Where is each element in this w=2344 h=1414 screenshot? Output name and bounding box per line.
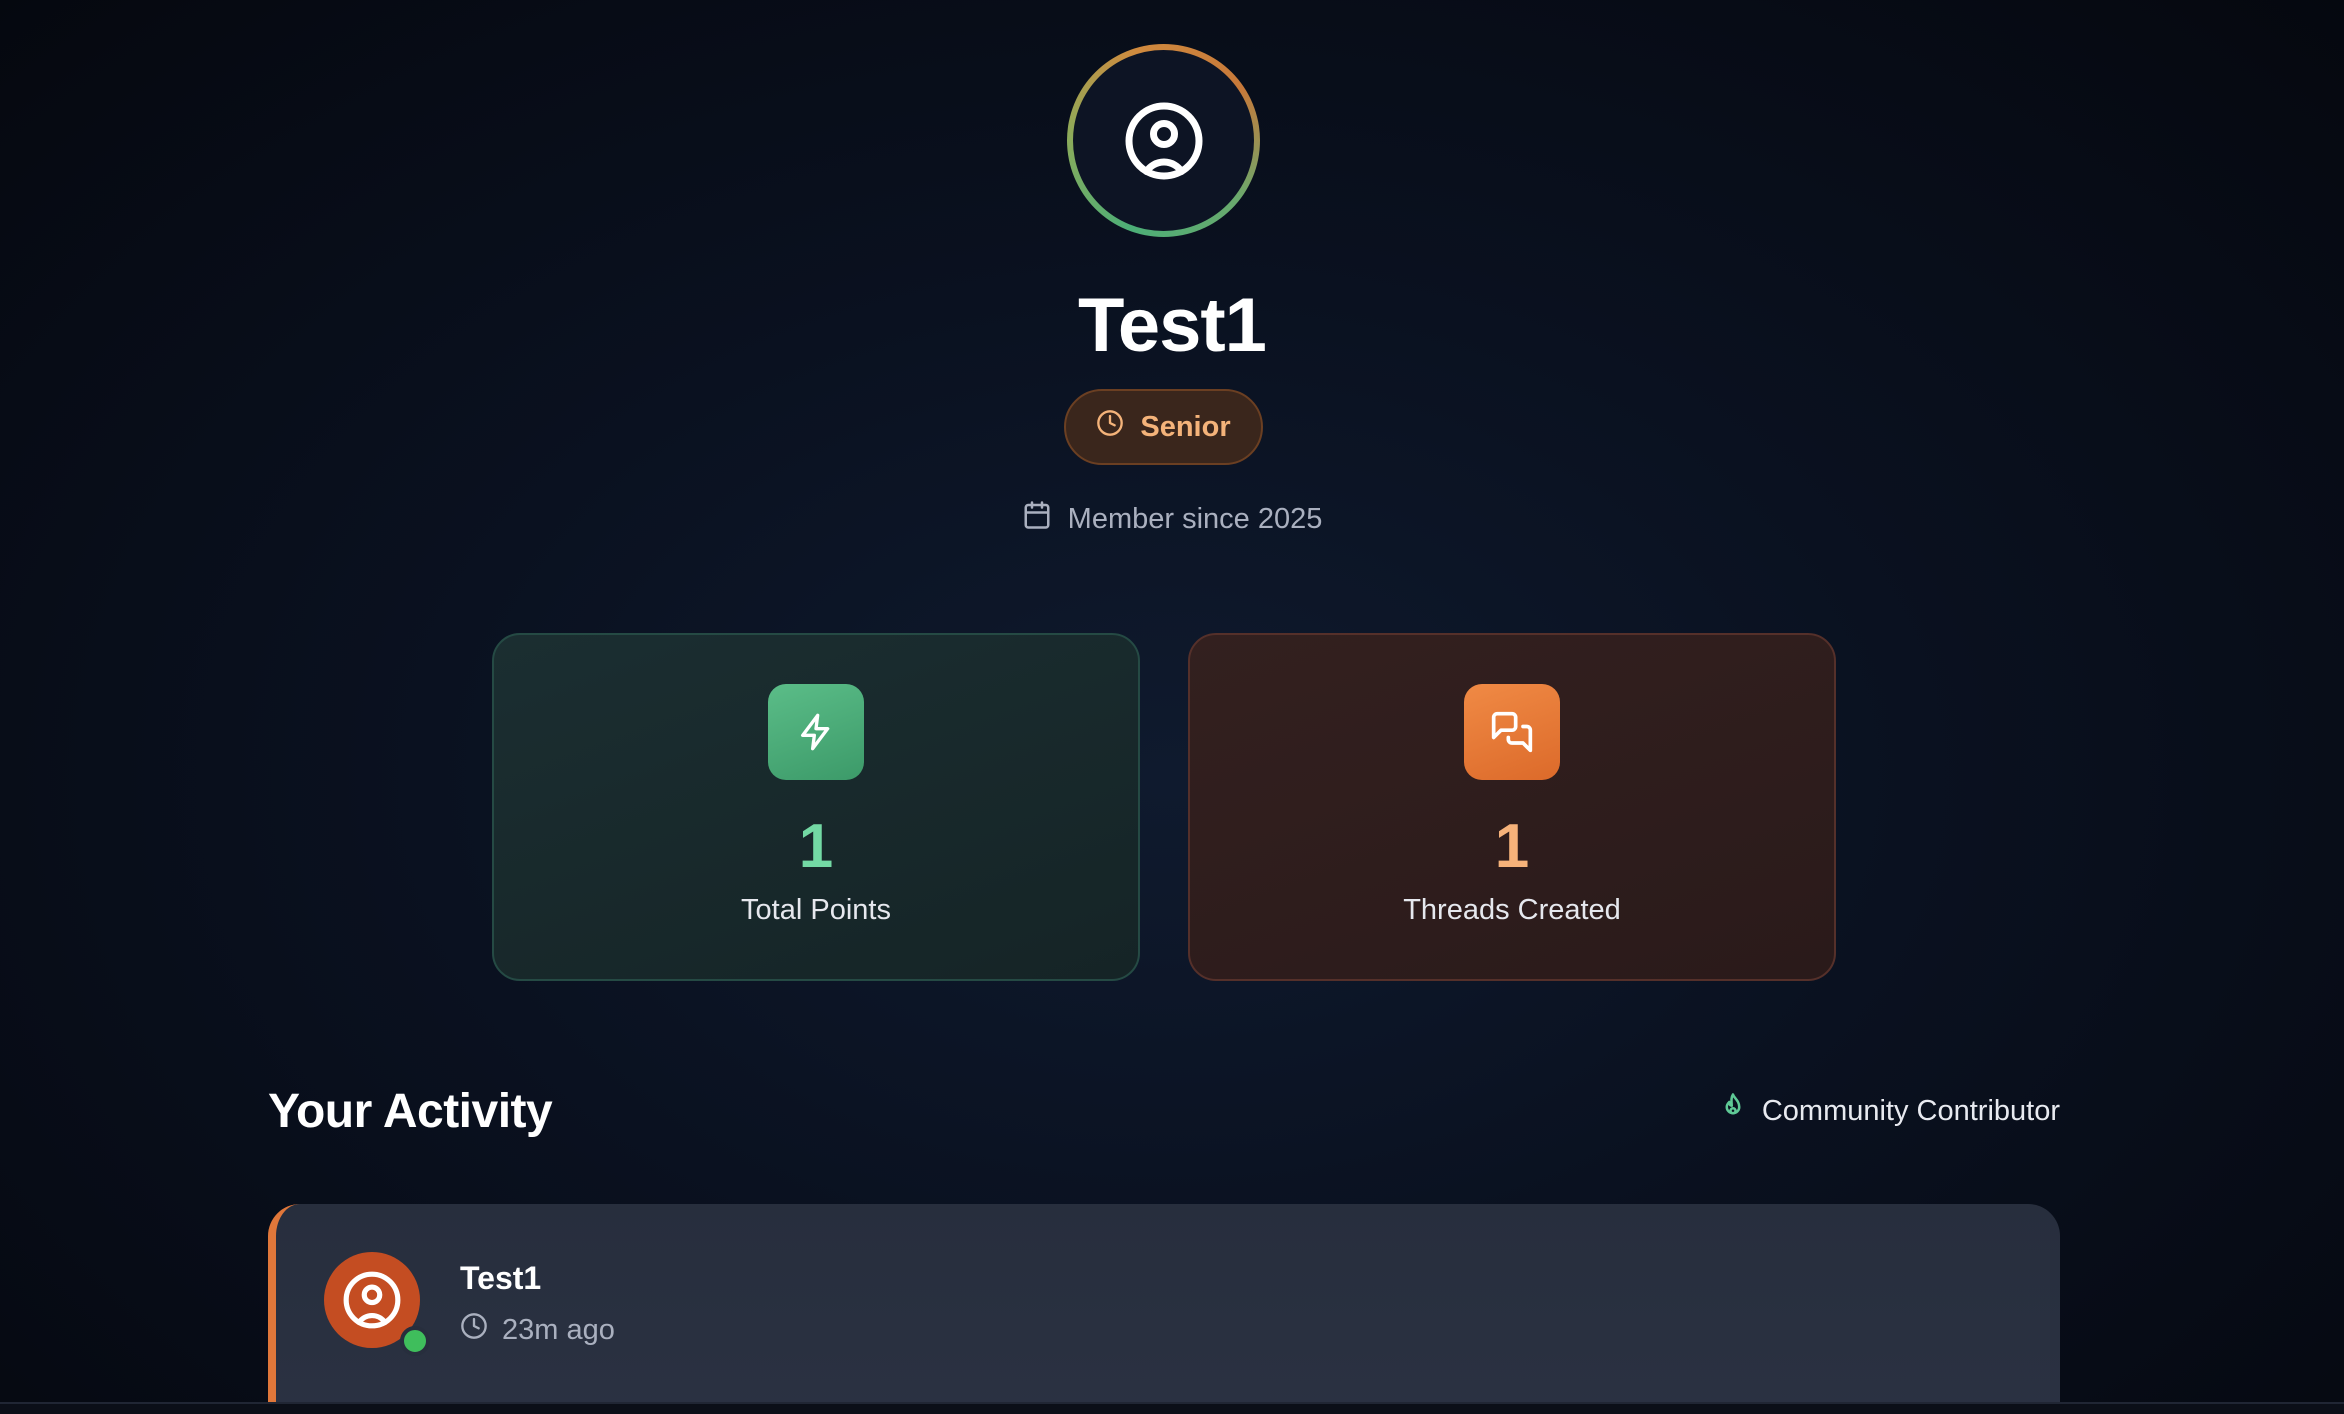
rank-badge: Senior xyxy=(1064,389,1263,465)
threads-created-label: Threads Created xyxy=(1403,894,1621,926)
activity-post-card[interactable]: Test1 23m ago xyxy=(268,1204,2060,1414)
post-time-text: 23m ago xyxy=(502,1313,615,1346)
window-bottom-edge xyxy=(0,1402,2344,1414)
total-points-card: 1 Total Points xyxy=(492,633,1140,981)
contributor-badge-label: Community Contributor xyxy=(1761,1094,2060,1127)
rank-label: Senior xyxy=(1140,410,1231,443)
contributor-badge: Community Contributor xyxy=(1718,1092,2060,1130)
profile-name: Test1 xyxy=(1078,283,1267,368)
flame-icon xyxy=(1718,1092,1748,1130)
clock-icon xyxy=(460,1312,488,1348)
total-points-label: Total Points xyxy=(741,894,891,926)
post-author-name[interactable]: Test1 xyxy=(460,1260,541,1297)
user-circle-icon xyxy=(1073,50,1254,231)
user-circle-icon xyxy=(343,1271,401,1329)
chat-bubbles-icon xyxy=(1464,684,1560,780)
profile-avatar[interactable] xyxy=(1067,44,1260,237)
clock-icon xyxy=(1096,409,1124,445)
post-timestamp: 23m ago xyxy=(460,1312,615,1348)
member-since: Member since 2025 xyxy=(0,500,2344,538)
online-status-dot xyxy=(400,1326,430,1356)
member-since-text: Member since 2025 xyxy=(1067,502,1323,535)
threads-created-card: 1 Threads Created xyxy=(1188,633,1836,981)
lightning-icon xyxy=(768,684,864,780)
calendar-icon xyxy=(1022,500,1052,538)
total-points-value: 1 xyxy=(798,812,834,881)
activity-heading: Your Activity xyxy=(268,1085,553,1138)
profile-page: Test1 Senior Member since 2025 1 Total P… xyxy=(0,0,2344,1414)
threads-created-value: 1 xyxy=(1494,812,1530,881)
